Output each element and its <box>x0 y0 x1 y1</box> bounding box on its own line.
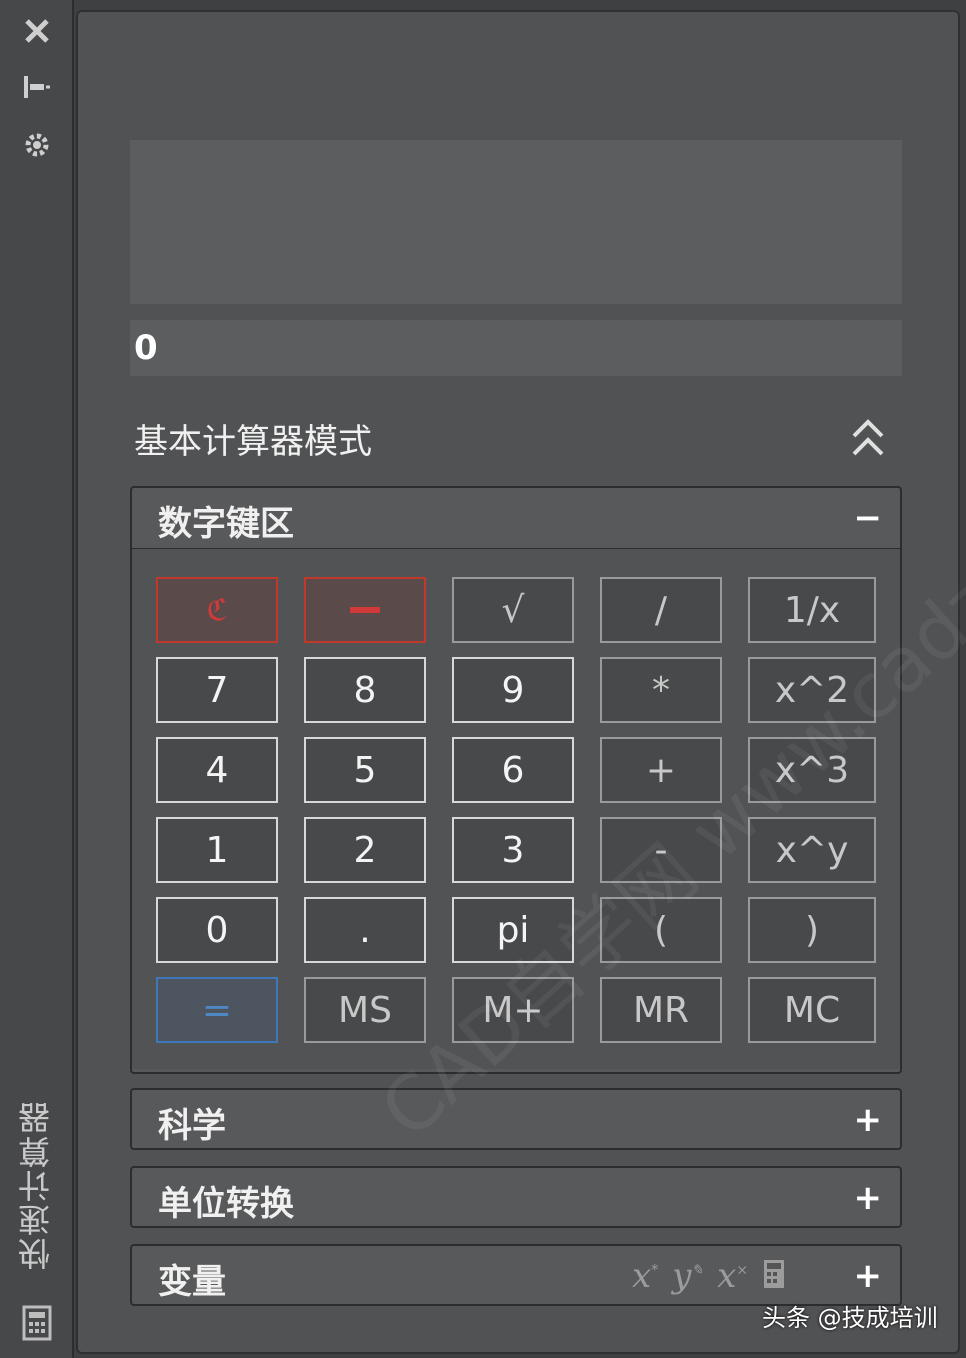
science-title: 科学 <box>158 1106 226 1146</box>
history-area[interactable] <box>130 140 902 304</box>
divide-key[interactable]: / <box>600 577 722 643</box>
equals-key[interactable]: = <box>156 977 278 1043</box>
digit-8-key[interactable]: 8 <box>304 657 426 723</box>
units-section[interactable]: 单位转换 + <box>130 1166 902 1228</box>
sqrt-key[interactable]: √ <box>452 577 574 643</box>
delete-variable-icon[interactable]: 𝑥× <box>717 1256 748 1296</box>
attribution: 头条 @技成培训 <box>762 1304 938 1332</box>
backspace-key[interactable] <box>304 577 426 643</box>
expand-button[interactable]: + <box>854 1178 883 1218</box>
expand-button[interactable]: + <box>854 1100 883 1140</box>
clear-key[interactable]: ℭ <box>156 577 278 643</box>
power-key[interactable]: x^y <box>748 817 876 883</box>
settings-icon[interactable] <box>18 126 56 164</box>
digit-2-key[interactable]: 2 <box>304 817 426 883</box>
clear-key-icon: ℭ <box>206 592 228 628</box>
digit-3-key[interactable]: 3 <box>452 817 574 883</box>
input-display[interactable]: 0 <box>130 320 902 376</box>
palette-title: 快速计算器 <box>17 1100 55 1270</box>
calculator-icon[interactable] <box>762 1258 786 1294</box>
memory-recall-key[interactable]: MR <box>600 977 722 1043</box>
digit-7-key[interactable]: 7 <box>156 657 278 723</box>
digit-1-key[interactable]: 1 <box>156 817 278 883</box>
close-paren-key[interactable]: ) <box>748 897 876 963</box>
decimal-key[interactable]: . <box>304 897 426 963</box>
plus-key[interactable]: + <box>600 737 722 803</box>
variables-section[interactable]: 变量 𝑥* 𝑦✎ 𝑥× + <box>130 1244 902 1306</box>
numpad-header[interactable]: 数字键区 − <box>132 488 900 548</box>
expand-button[interactable]: + <box>854 1256 883 1296</box>
cube-key[interactable]: x^3 <box>748 737 876 803</box>
science-section[interactable]: 科学 + <box>130 1088 902 1150</box>
units-title: 单位转换 <box>158 1184 294 1224</box>
open-paren-key[interactable]: ( <box>600 897 722 963</box>
palette-title-bar: 快速计算器 <box>0 0 74 1358</box>
collapse-button[interactable]: − <box>854 498 883 538</box>
digit-4-key[interactable]: 4 <box>156 737 278 803</box>
digit-9-key[interactable]: 9 <box>452 657 574 723</box>
mode-title: 基本计算器模式 <box>134 422 372 462</box>
collapse-chevron-icon[interactable] <box>848 416 888 460</box>
backspace-icon <box>350 607 380 613</box>
new-variable-icon[interactable]: 𝑥* <box>632 1256 658 1296</box>
variables-title: 变量 <box>158 1262 226 1302</box>
memory-clear-key[interactable]: MC <box>748 977 876 1043</box>
minus-key[interactable]: - <box>600 817 722 883</box>
keypad: ℭ √ / 1/x 7 8 9 * x^2 4 5 6 + x^3 1 2 3 … <box>132 548 900 1069</box>
numpad-section: 数字键区 − ℭ √ / 1/x 7 8 9 * x^2 4 5 6 + x^3… <box>130 486 902 1074</box>
calculator-icon <box>18 1304 56 1342</box>
memory-store-key[interactable]: MS <box>304 977 426 1043</box>
square-key[interactable]: x^2 <box>748 657 876 723</box>
pi-key[interactable]: pi <box>452 897 574 963</box>
numpad-title: 数字键区 <box>158 504 294 544</box>
edit-variable-icon[interactable]: 𝑦✎ <box>672 1256 703 1296</box>
reciprocal-key[interactable]: 1/x <box>748 577 876 643</box>
close-icon[interactable] <box>18 12 56 50</box>
multiply-key[interactable]: * <box>600 657 722 723</box>
digit-5-key[interactable]: 5 <box>304 737 426 803</box>
digit-0-key[interactable]: 0 <box>156 897 278 963</box>
digit-6-key[interactable]: 6 <box>452 737 574 803</box>
memory-add-key[interactable]: M+ <box>452 977 574 1043</box>
pin-icon[interactable] <box>18 68 56 106</box>
variable-tools: 𝑥* 𝑦✎ 𝑥× <box>632 1256 786 1296</box>
